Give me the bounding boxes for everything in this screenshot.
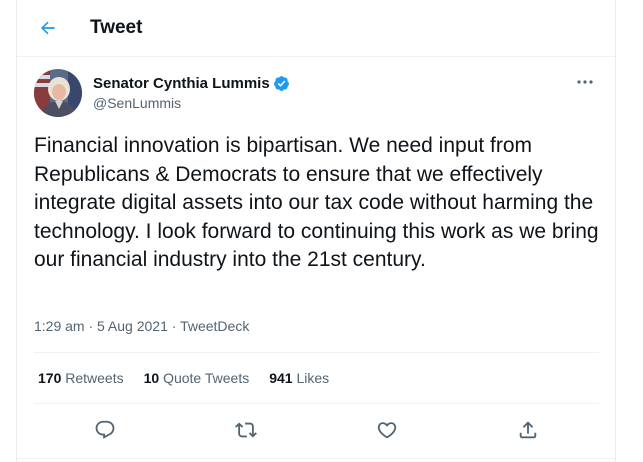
reply-icon — [95, 420, 115, 439]
retweets-count: 170 — [38, 370, 62, 386]
handle[interactable]: @SenLummis — [93, 95, 290, 111]
quotes-count: 10 — [143, 370, 160, 386]
retweets-label: Retweets — [65, 370, 124, 386]
avatar[interactable] — [34, 69, 82, 117]
divider-top — [34, 352, 599, 353]
bottom-divider — [17, 458, 615, 459]
arrow-left-icon — [40, 21, 55, 35]
page-title: Tweet — [90, 17, 143, 38]
display-name[interactable]: Senator Cynthia Lummis — [93, 75, 270, 92]
retweet-button[interactable] — [232, 416, 260, 444]
tweet-text: Financial innovation is bipartisan. We n… — [34, 134, 599, 271]
more-horizontal-icon — [577, 80, 593, 84]
back-button[interactable] — [31, 11, 65, 45]
share-button[interactable] — [514, 416, 542, 444]
tweet-actions — [34, 416, 599, 444]
divider-bottom — [34, 403, 599, 404]
page-header: Tweet — [17, 0, 615, 57]
column-border-left — [16, 0, 17, 462]
likes-label: Likes — [296, 370, 330, 386]
share-icon — [519, 421, 537, 439]
more-button[interactable] — [571, 72, 599, 92]
tweet-timestamp[interactable]: 1:29 am · 5 Aug 2021 — [34, 318, 168, 334]
likes-stat[interactable]: 941 Likes — [269, 370, 329, 386]
meta-separator: · — [167, 318, 181, 334]
author-names: Senator Cynthia Lummis @SenLummis — [93, 75, 290, 111]
reply-button[interactable] — [91, 416, 119, 444]
column-border-right — [615, 0, 616, 462]
tweet-source[interactable]: TweetDeck — [180, 318, 249, 334]
tweet-meta: 1:29 am · 5 Aug 2021 · TweetDeck — [34, 318, 249, 334]
verified-badge-icon — [273, 76, 289, 91]
retweets-stat[interactable]: 170 Retweets — [38, 370, 124, 386]
display-name-row: Senator Cynthia Lummis — [93, 75, 290, 92]
retweet-icon — [235, 422, 257, 438]
tweet-author: Senator Cynthia Lummis @SenLummis — [34, 68, 599, 118]
tweet-stats: 170 Retweets 10 Quote Tweets 941 Likes — [38, 370, 349, 386]
likes-count: 941 — [269, 370, 293, 386]
like-button[interactable] — [373, 416, 401, 444]
heart-icon — [377, 422, 397, 439]
quotes-stat[interactable]: 10 Quote Tweets — [144, 370, 250, 386]
quotes-label: Quote Tweets — [163, 370, 250, 386]
avatar-image — [34, 69, 82, 117]
tweet-page: Tweet Senator Cynthia Lummis @SenLummis … — [0, 0, 643, 462]
